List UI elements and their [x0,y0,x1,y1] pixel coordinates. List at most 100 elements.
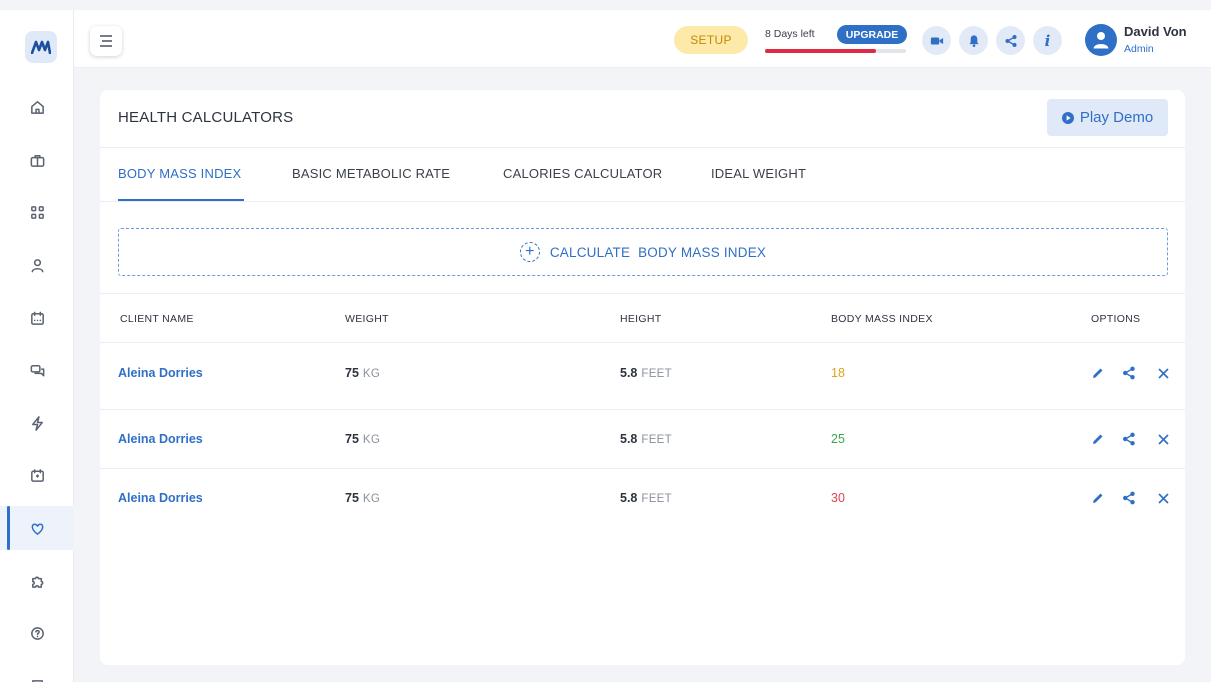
sidebar-item-chat[interactable] [0,348,74,392]
user-role: Admin [1124,43,1154,55]
column-header-weight[interactable]: WEIGHT [345,313,389,325]
close-icon [1157,492,1169,504]
weight-value: 75 [345,432,359,446]
user-avatar-icon [1093,32,1109,49]
bell-icon [968,34,979,47]
close-icon [1157,367,1169,379]
divider [100,468,1185,469]
user-icon [31,258,43,272]
height-unit: FEET [641,368,672,380]
divider [100,201,1185,202]
pencil-icon [1093,493,1103,503]
height-cell: 5.8 FEET [620,366,672,380]
sidebar-item-health[interactable] [0,506,74,550]
delete-button[interactable] [1155,490,1171,506]
plus-circle-icon: + [519,242,540,262]
health-calculators-card: HEALTH CALCULATORS Play Demo BODY MASS I… [100,90,1185,665]
pencil-icon [1093,368,1103,378]
tab-calories-calculator[interactable]: CALORIES CALCULATOR [503,166,662,181]
calculate-bmi-button[interactable]: + CALCULATE BODY MASS INDEX [118,228,1168,276]
sidebar-item-home[interactable] [0,85,74,129]
avatar[interactable] [1085,24,1117,56]
sidebar-item-schedule[interactable] [0,453,74,497]
height-value: 5.8 [620,491,638,505]
column-header-options: OPTIONS [1091,313,1141,325]
divider [100,342,1185,343]
schedule-icon [30,468,44,482]
height-cell: 5.8 FEET [620,491,672,505]
share-button[interactable] [1121,365,1137,381]
sidebar-item-user[interactable] [0,243,74,287]
share-button[interactable] [996,26,1025,55]
sidebar-item-help[interactable] [0,611,74,655]
weight-unit: KG [362,434,381,446]
height-value: 5.8 [620,366,638,380]
setup-button[interactable]: SETUP [674,26,748,54]
bmi-value: 18 [831,366,845,380]
height-unit: FEET [641,434,672,446]
edit-button[interactable] [1090,490,1106,506]
close-icon [1157,433,1169,445]
video-camera-icon [930,37,943,44]
briefcase-icon [30,154,44,167]
tab-body-mass-index[interactable]: BODY MASS INDEX [118,166,241,181]
play-demo-button[interactable]: Play Demo [1047,99,1168,136]
page-title: HEALTH CALCULATORS [118,109,294,126]
height-unit: FEET [641,493,672,505]
client-name-link[interactable]: Aleina Dorries [118,366,203,380]
weight-value: 75 [345,366,359,380]
sidebar [0,10,74,682]
home-icon [30,100,44,114]
bmi-value: 30 [831,491,845,505]
video-button[interactable] [922,26,951,55]
divider [100,147,1185,148]
delete-button[interactable] [1155,431,1171,447]
pencil-icon [1093,434,1103,444]
sidebar-item-apps[interactable] [0,190,74,234]
height-cell: 5.8 FEET [620,432,672,446]
sidebar-item-building[interactable] [0,664,74,682]
puzzle-icon [31,576,43,588]
client-name-link[interactable]: Aleina Dorries [118,432,203,446]
notifications-button[interactable] [959,26,988,55]
column-header-bmi[interactable]: BODY MASS INDEX [831,313,933,325]
lightning-icon [31,415,43,431]
menu-icon [100,35,112,47]
days-left-text: 8 Days left [765,28,815,40]
calculate-bmi-label: CALCULATE BODY MASS INDEX [549,244,767,260]
weight-cell: 75 KG [345,491,380,505]
sidebar-item-briefcase[interactable] [0,138,74,182]
client-name-link[interactable]: Aleina Dorries [118,491,203,505]
sidebar-item-calendar[interactable] [0,296,74,340]
menu-button[interactable] [90,26,122,56]
share-icon [1123,491,1135,505]
m-logo-icon[interactable] [25,31,57,63]
height-value: 5.8 [620,432,638,446]
help-icon [30,626,44,640]
edit-button[interactable] [1090,431,1106,447]
play-demo-label: Play Demo [1079,109,1154,126]
apps-icon [30,205,44,219]
user-name[interactable]: David Von [1124,24,1187,39]
column-header-client-name[interactable]: CLIENT NAME [120,313,194,325]
share-button[interactable] [1121,431,1137,447]
building-icon [31,679,43,682]
weight-value: 75 [345,491,359,505]
share-button[interactable] [1121,490,1137,506]
weight-unit: KG [362,368,381,380]
share-icon [1123,366,1135,380]
play-circle-icon [1061,111,1074,124]
sidebar-item-puzzle[interactable] [0,559,74,603]
sidebar-item-lightning[interactable] [0,401,74,445]
edit-button[interactable] [1090,365,1106,381]
divider [100,293,1185,294]
topbar: SETUP 8 Days left UPGRADE i David Von Ad… [74,10,1211,68]
delete-button[interactable] [1155,365,1171,381]
weight-cell: 75 KG [345,432,380,446]
tab-ideal-weight[interactable]: IDEAL WEIGHT [711,166,806,181]
info-button[interactable]: i [1033,26,1062,55]
upgrade-button[interactable]: UPGRADE [837,25,907,44]
tab-basic-metabolic-rate[interactable]: BASIC METABOLIC RATE [292,166,450,181]
column-header-height[interactable]: HEIGHT [620,313,661,325]
chat-icon [30,364,44,376]
